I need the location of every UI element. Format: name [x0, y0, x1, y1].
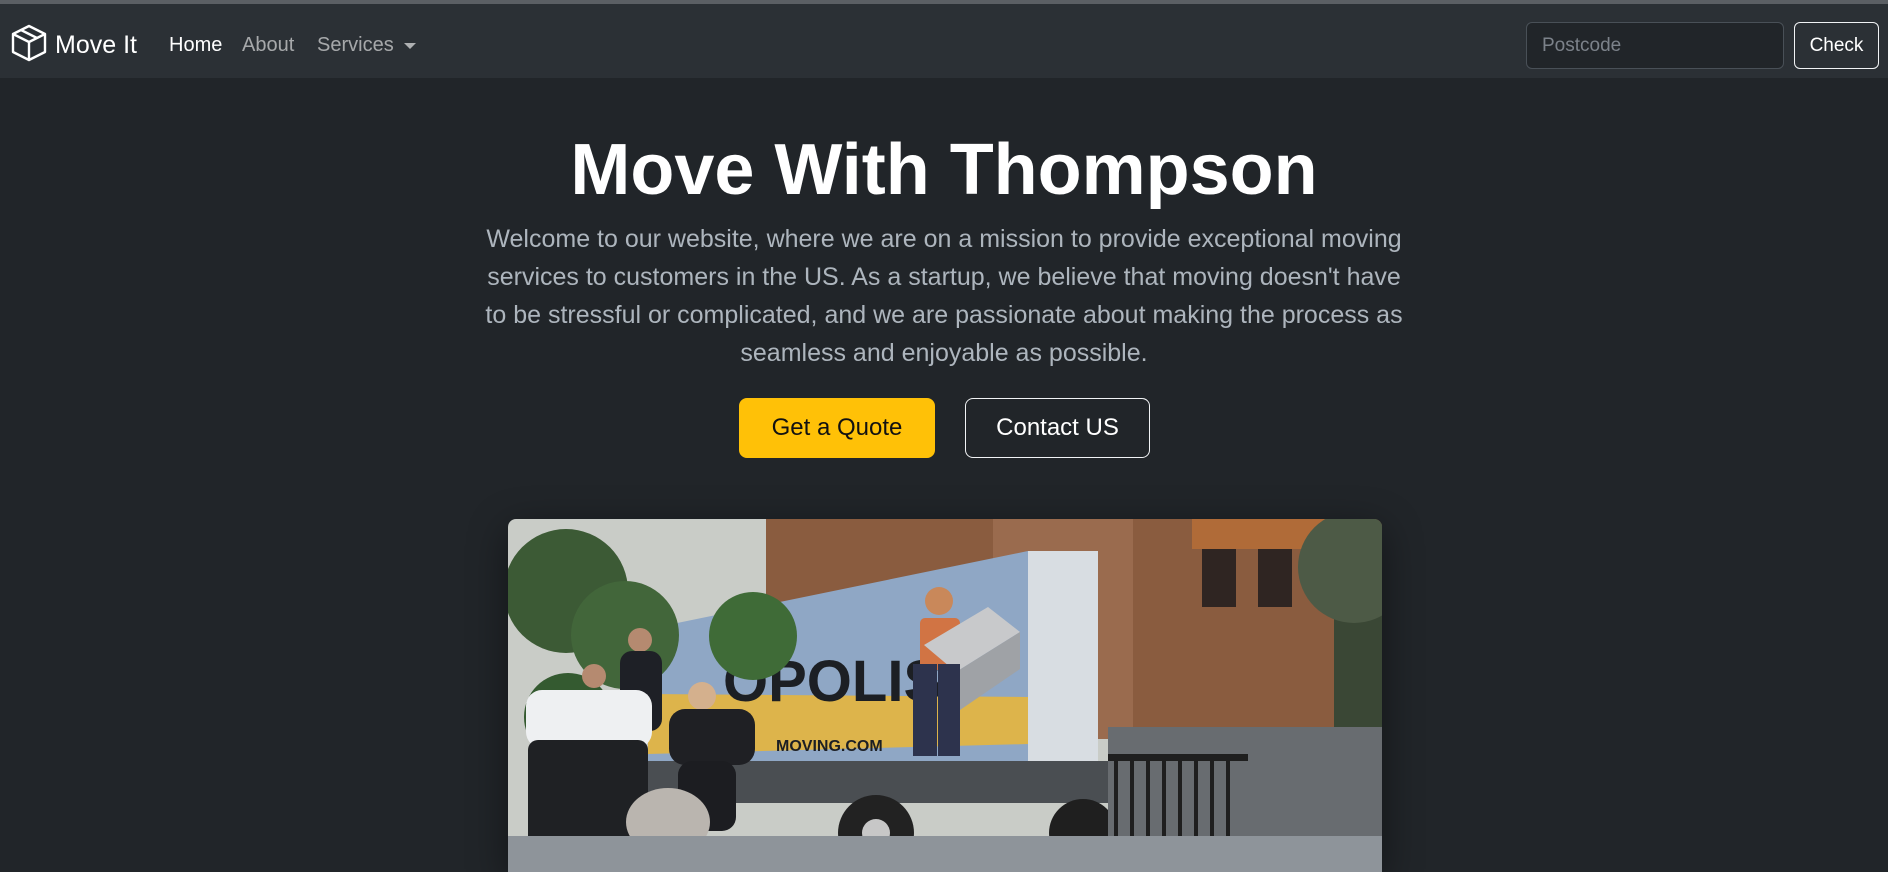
contact-us-button[interactable]: Contact US — [965, 398, 1150, 458]
box-icon — [9, 23, 49, 68]
hero-lead: Welcome to our website, where we are on … — [485, 225, 1403, 367]
get-quote-button[interactable]: Get a Quote — [739, 398, 935, 458]
postcode-input[interactable] — [1526, 22, 1784, 69]
brand-name: Move It — [55, 30, 137, 59]
services-label: Services — [317, 34, 394, 56]
check-button[interactable]: Check — [1794, 22, 1879, 69]
brand[interactable]: Move It — [9, 23, 137, 67]
nav-dropdown-services[interactable]: Services — [317, 32, 416, 58]
navbar: Move It Home About Services Check — [0, 4, 1888, 78]
hero-image: OPOLIS MOVING.COM — [508, 519, 1382, 872]
truck-url-text: MOVING.COM — [776, 738, 883, 755]
nav-link-about[interactable]: About — [242, 32, 294, 58]
caret-down-icon — [403, 43, 416, 49]
hero-title: Move With Thompson — [570, 130, 1318, 210]
nav-link-home[interactable]: Home — [169, 32, 222, 58]
